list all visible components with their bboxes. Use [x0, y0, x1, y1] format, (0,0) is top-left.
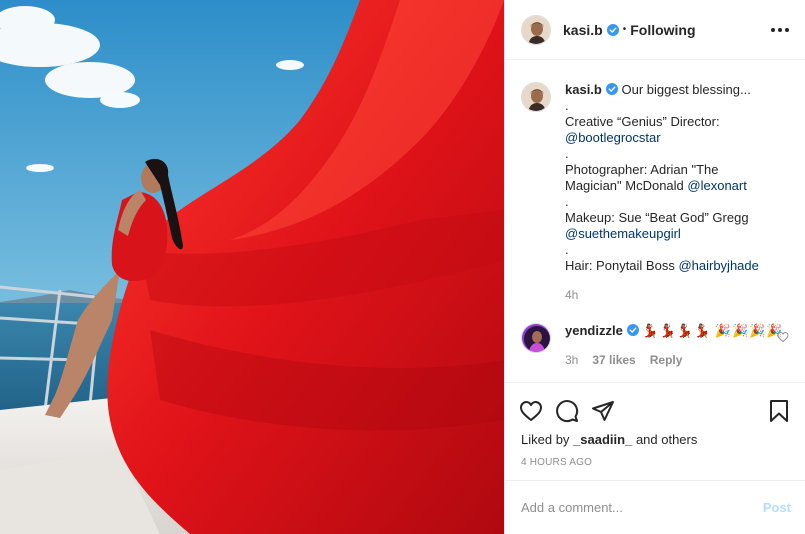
caption: kasi.b Our biggest blessing... . Creativ…	[521, 82, 789, 303]
commenter-avatar-image	[522, 324, 550, 352]
comment-like-heart-icon[interactable]	[777, 331, 789, 343]
caption-text: Hair: Ponytail Boss	[565, 258, 675, 273]
post-photo[interactable]	[0, 0, 504, 534]
commenter-username[interactable]: yendizzle	[565, 323, 623, 338]
likes-prefix: Liked by	[521, 432, 570, 447]
caption-text-with-mention: Magician" McDonald @lexonart	[565, 178, 785, 194]
caption-avatar-image	[522, 83, 550, 111]
post-side-panel: kasi.b • Following kasi.b Our biggest bl…	[504, 0, 805, 534]
mention-link[interactable]: @bootlegrocstar	[565, 130, 785, 146]
verified-badge-icon	[605, 83, 618, 95]
caption-avatar[interactable]	[521, 82, 551, 112]
caption-text: Makeup: Sue “Beat God” Gregg	[565, 210, 749, 225]
comment-emojis: 💃🏽💃🏽💃🏽💃🏽	[642, 323, 712, 338]
author-avatar-image	[522, 15, 550, 44]
caption-text: Magician" McDonald	[565, 178, 684, 193]
bookmark-icon[interactable]	[767, 399, 791, 423]
caption-meta: 4h	[565, 287, 785, 303]
add-comment-bar: Post	[505, 480, 805, 534]
post-comment-button[interactable]: Post	[763, 500, 791, 515]
liked-by-user[interactable]: _saadiin_	[573, 432, 632, 447]
comments-section: kasi.b Our biggest blessing... . Creativ…	[505, 60, 805, 382]
add-comment-input[interactable]	[521, 500, 763, 515]
comment-body: yendizzle 💃🏽💃🏽💃🏽💃🏽 🎉🎉🎉🎉 3h 37 likes Repl…	[565, 323, 785, 368]
caption-line: kasi.b Our biggest blessing...	[565, 82, 751, 97]
post-time-ago[interactable]: 4 HOURS AGO	[505, 457, 805, 468]
caption-dot: .	[565, 98, 569, 113]
caption-username[interactable]: kasi.b	[565, 82, 602, 97]
comment-item: yendizzle 💃🏽💃🏽💃🏽💃🏽 🎉🎉🎉🎉 3h 37 likes Repl…	[521, 323, 789, 368]
comment-bubble-icon[interactable]	[555, 399, 579, 423]
more-options-icon[interactable]	[771, 27, 789, 32]
more-dot	[778, 27, 782, 32]
comment-meta: 3h 37 likes Reply	[565, 352, 785, 368]
mention-link[interactable]: @lexonart	[687, 178, 746, 193]
instagram-post: kasi.b • Following kasi.b Our biggest bl…	[0, 0, 805, 534]
more-dot	[785, 27, 789, 32]
caption-body: kasi.b Our biggest blessing... . Creativ…	[565, 82, 785, 303]
comment-likes-count[interactable]: 37 likes	[592, 352, 635, 368]
mention-link[interactable]: @suethemakeupgirl	[565, 226, 785, 242]
caption-text: Our biggest blessing...	[621, 82, 751, 97]
comment-emojis: 🎉🎉🎉🎉	[714, 323, 784, 338]
caption-text-with-mention: Hair: Ponytail Boss @hairbyjhade	[565, 258, 785, 274]
likes-summary: Liked by _saadiin_ and others	[505, 432, 805, 447]
verified-badge-icon	[606, 23, 619, 36]
author-avatar[interactable]	[521, 14, 551, 45]
more-dot	[771, 27, 775, 32]
post-header: kasi.b • Following	[505, 0, 805, 60]
reply-button[interactable]: Reply	[650, 352, 683, 368]
caption-timestamp[interactable]: 4h	[565, 287, 578, 303]
following-button[interactable]: Following	[630, 22, 695, 38]
caption-dot: .	[565, 146, 569, 161]
post-actions	[505, 382, 805, 430]
photo-illustration	[0, 0, 504, 534]
paper-plane-icon[interactable]	[591, 399, 615, 423]
heart-icon[interactable]	[519, 399, 543, 423]
comment-timestamp[interactable]: 3h	[565, 352, 578, 368]
mention-link[interactable]: @hairbyjhade	[678, 258, 758, 273]
header-separator: •	[622, 24, 627, 35]
caption-dot: .	[565, 242, 569, 257]
verified-badge-icon	[626, 324, 639, 336]
author-username[interactable]: kasi.b	[563, 22, 603, 38]
commenter-avatar[interactable]	[521, 323, 551, 353]
caption-text: Photographer: Adrian "The	[565, 162, 719, 177]
likes-suffix[interactable]: and others	[636, 432, 697, 447]
caption-text: Creative “Genius” Director:	[565, 114, 720, 129]
caption-dot: .	[565, 194, 569, 209]
